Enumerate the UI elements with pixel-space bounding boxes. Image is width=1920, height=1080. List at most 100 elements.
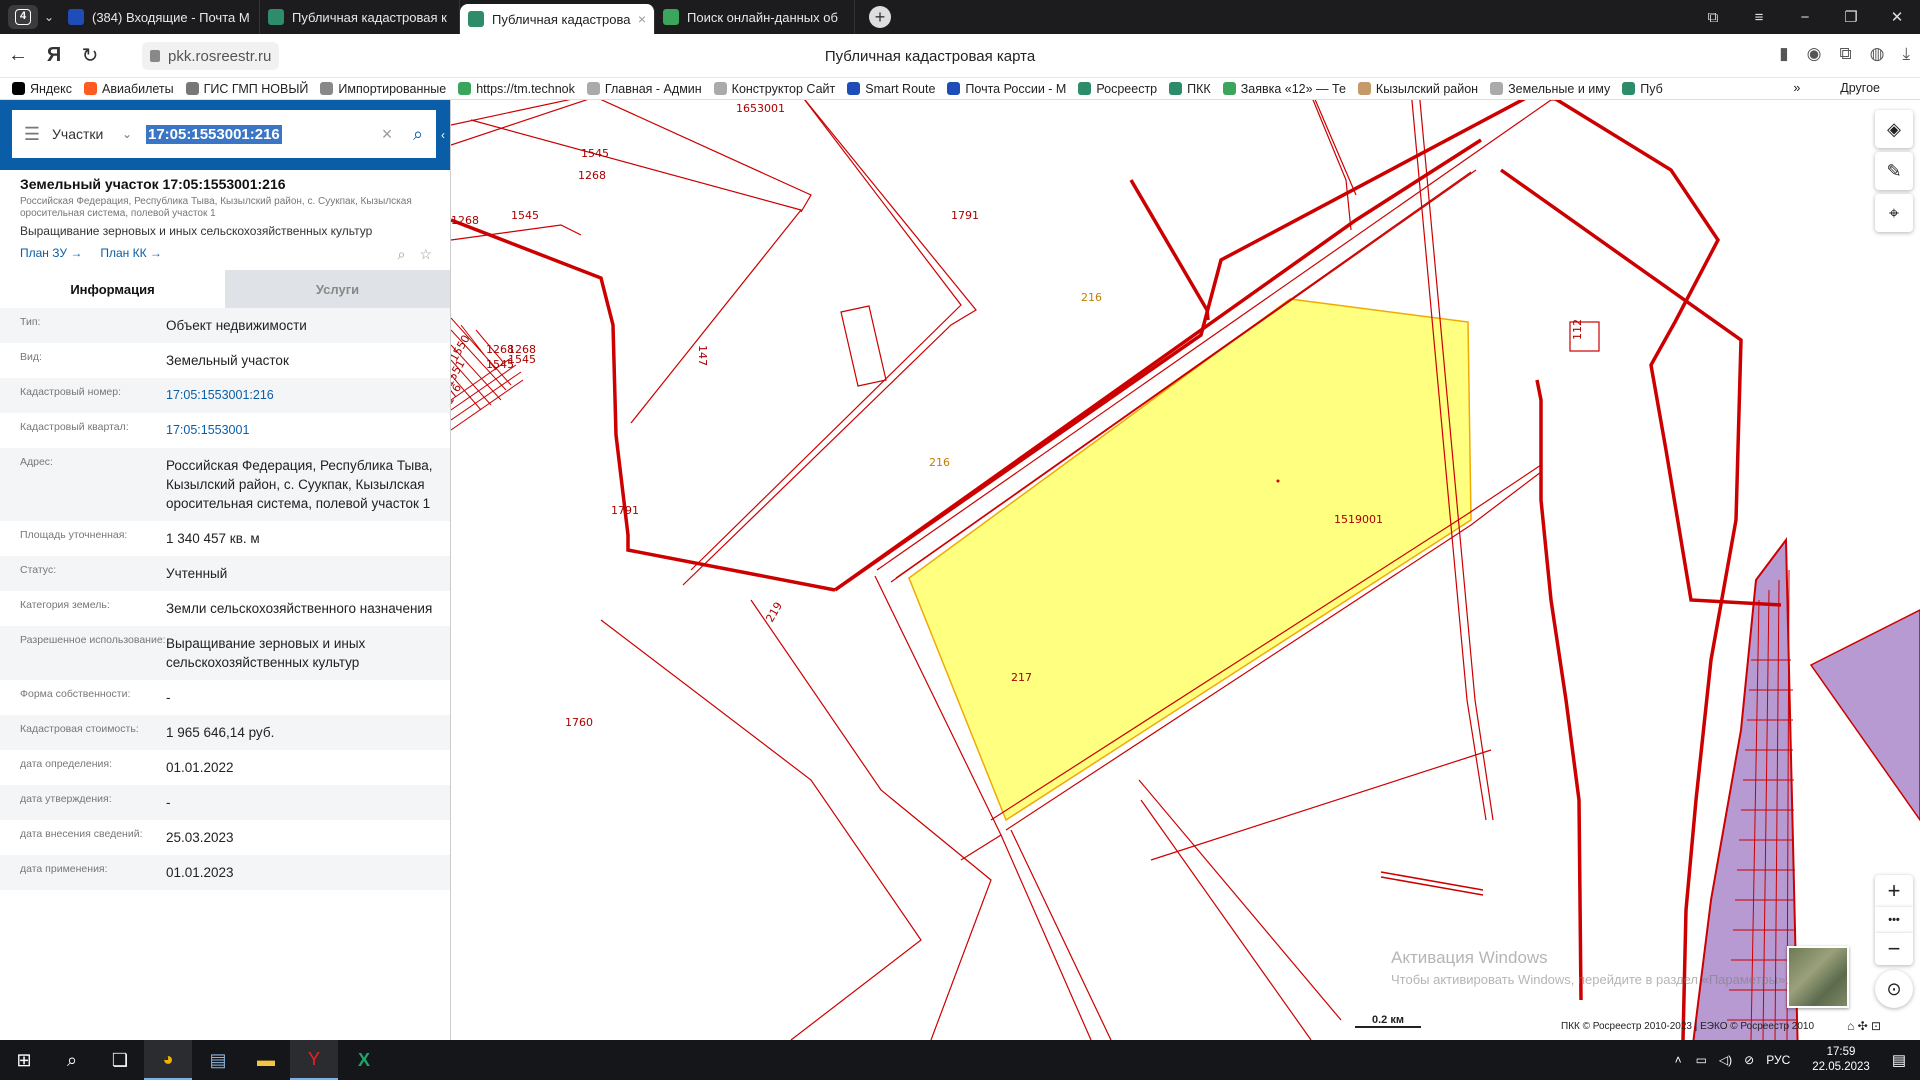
zoom-more-button[interactable]: •••	[1875, 907, 1913, 933]
attribute-key: Вид:	[20, 351, 42, 363]
browser-tab-active[interactable]: Публичная кадастрова ×	[460, 4, 655, 34]
attribute-key: Форма собственности:	[20, 688, 131, 700]
search-type-select[interactable]: Участки	[52, 126, 122, 142]
clock[interactable]: 17:59 22.05.2023	[1812, 1045, 1870, 1075]
attribute-key: Категория земель:	[20, 599, 110, 611]
bookmarks-overflow: » Другое	[1793, 81, 1880, 95]
chevron-down-icon[interactable]: ⌄	[122, 127, 146, 141]
chrome-icon[interactable]: ◕	[144, 1040, 192, 1080]
network-icon[interactable]: ▭	[1696, 1053, 1707, 1067]
star-icon[interactable]: ☆	[419, 246, 432, 263]
other-bookmarks-button[interactable]: Другое	[1840, 81, 1880, 95]
scanner-app-icon[interactable]: ▤	[194, 1040, 242, 1080]
chevron-down-icon[interactable]: ⌄	[38, 10, 60, 24]
parcel-label: 1545	[581, 147, 609, 160]
zoom-out-button[interactable]: −	[1875, 933, 1913, 965]
layers-button[interactable]: ◈	[1875, 110, 1913, 148]
bookmark-item[interactable]: Конструктор Сайт	[713, 82, 835, 96]
bookmark-item[interactable]: Кызылский район	[1357, 82, 1478, 96]
bookmark-favicon-icon	[713, 82, 727, 95]
chevron-up-icon[interactable]: ˄	[1675, 1053, 1682, 1067]
attribute-value: Учтенный	[166, 566, 228, 581]
locate-button[interactable]: ⌖	[1875, 194, 1913, 232]
search-icon[interactable]: ⌕	[400, 124, 436, 145]
volume-icon[interactable]: ◁)	[1719, 1053, 1732, 1067]
plan-kk-link[interactable]: План КК →	[100, 246, 162, 260]
download-icon[interactable]: ⤓	[1902, 44, 1910, 64]
browser-tab[interactable]: Публичная кадастровая к	[260, 0, 460, 34]
attribute-row: Кадастровая стоимость: 1 965 646,14 руб.	[0, 715, 450, 750]
attribute-link[interactable]: 17:05:1553001:216	[166, 386, 450, 405]
parcel-line	[1150, 749, 1492, 861]
attribute-link[interactable]: 17:05:1553001	[166, 421, 450, 440]
close-icon[interactable]: ✕	[1874, 8, 1920, 26]
tab-information[interactable]: Информация	[0, 270, 225, 308]
attribute-key: Кадастровая стоимость:	[20, 723, 139, 735]
collapse-panel-button[interactable]: ‹	[436, 124, 450, 146]
bookmark-item[interactable]: ГИС ГМП НОВЫЙ	[185, 82, 308, 96]
bookmark-panel-icon[interactable]: ⧉	[1690, 9, 1736, 26]
excel-icon[interactable]: X	[340, 1040, 388, 1080]
tab-services[interactable]: Услуги	[225, 270, 450, 308]
bookmark-item[interactable]: Земельные и иму	[1490, 82, 1610, 96]
windows-watermark-text: Чтобы активировать Windows, перейдите в …	[1391, 972, 1789, 987]
extension-icon[interactable]: ◉	[1807, 44, 1822, 64]
restore-icon[interactable]: ❐	[1828, 8, 1874, 26]
yandex-browser-icon[interactable]: Y	[290, 1040, 338, 1080]
bookmark-item[interactable]: Заявка «12» — Те	[1222, 82, 1346, 96]
attribute-key: Статус:	[20, 564, 57, 576]
parcel-label: 219	[763, 600, 785, 625]
plan-zu-link[interactable]: План ЗУ →	[20, 246, 82, 260]
windows-start-icon[interactable]: ⊞	[0, 1040, 48, 1080]
file-explorer-icon[interactable]: ▬	[242, 1040, 290, 1080]
menu-icon[interactable]: ☰	[12, 124, 52, 145]
bookmark-item[interactable]: https://tm.technok	[458, 82, 575, 96]
bookmark-favicon-icon	[1622, 82, 1636, 95]
compass-icon[interactable]: ⊙	[1875, 970, 1913, 1008]
object-title: Земельный участок 17:05:1553001:216	[20, 176, 286, 192]
attribute-value: 01.01.2022	[166, 760, 234, 775]
zoom-in-button[interactable]: +	[1875, 875, 1913, 907]
cadastral-map[interactable]: 1653001 1545 1268 1268 1545 1791 147 216 216 112 1…	[451, 100, 1920, 1040]
find-on-map-icon[interactable]: ⌕	[398, 246, 406, 263]
task-view-icon[interactable]: ❏	[96, 1040, 144, 1080]
chrome-extension-icon[interactable]: ◍	[1870, 44, 1885, 64]
ruler-button[interactable]: ✎	[1875, 152, 1913, 190]
attribute-row: Адрес: Российская Федерация, Республика Т…	[0, 448, 450, 521]
bookmark-item[interactable]: Пуб	[1622, 82, 1663, 96]
search-input[interactable]: 17:05:1553001:216	[146, 124, 374, 144]
bookmark-item[interactable]: Росреестр	[1078, 82, 1157, 96]
new-tab-button[interactable]: +	[869, 6, 891, 28]
close-tab-icon[interactable]: ×	[638, 11, 646, 27]
bookmark-item[interactable]: Smart Route	[847, 82, 935, 96]
bookmark-icon[interactable]: ▮	[1779, 44, 1788, 64]
minimize-icon[interactable]: −	[1782, 9, 1828, 26]
bookmark-item[interactable]: Главная - Админ	[586, 82, 702, 96]
attribute-key: Адрес:	[20, 456, 53, 468]
attribute-value: Объект недвижимости	[166, 318, 307, 333]
tab-count-button[interactable]: 4	[8, 5, 38, 29]
parcel-label: 217	[1011, 671, 1032, 684]
notifications-icon[interactable]: ▤	[1892, 1051, 1906, 1069]
attribute-value: -	[166, 795, 171, 810]
bookmark-item[interactable]: Яндекс	[12, 82, 72, 96]
bookmark-item[interactable]: Почта России - М	[947, 82, 1066, 96]
map-view[interactable]: 1653001 1545 1268 1268 1545 1791 147 216 216 112 1…	[451, 100, 1920, 1040]
language-indicator[interactable]: РУС	[1766, 1053, 1790, 1067]
search-box: ☰ Участки ⌄ 17:05:1553001:216 × ⌕	[12, 110, 436, 158]
browser-tab[interactable]: (384) Входящие - Почта M	[60, 0, 260, 34]
vpn-icon[interactable]: ⊘	[1744, 1053, 1754, 1067]
parcel-line	[690, 100, 962, 571]
bookmark-item[interactable]: ПКК	[1169, 82, 1211, 96]
bookmarks-more-button[interactable]: »	[1793, 81, 1800, 95]
browser-tab[interactable]: Поиск онлайн-данных об	[655, 0, 855, 34]
search-icon[interactable]: ⌕	[48, 1040, 96, 1080]
bookmark-item[interactable]: Авиабилеты	[84, 82, 174, 96]
menu-icon[interactable]: ≡	[1736, 9, 1782, 26]
tm-icon	[663, 9, 679, 25]
attribute-key: Кадастровый квартал:	[20, 421, 129, 433]
clear-icon[interactable]: ×	[374, 124, 400, 145]
bookmark-favicon-icon	[1078, 82, 1092, 95]
collections-icon[interactable]: ⧉	[1840, 44, 1852, 64]
bookmark-item[interactable]: Импортированные	[320, 82, 446, 96]
